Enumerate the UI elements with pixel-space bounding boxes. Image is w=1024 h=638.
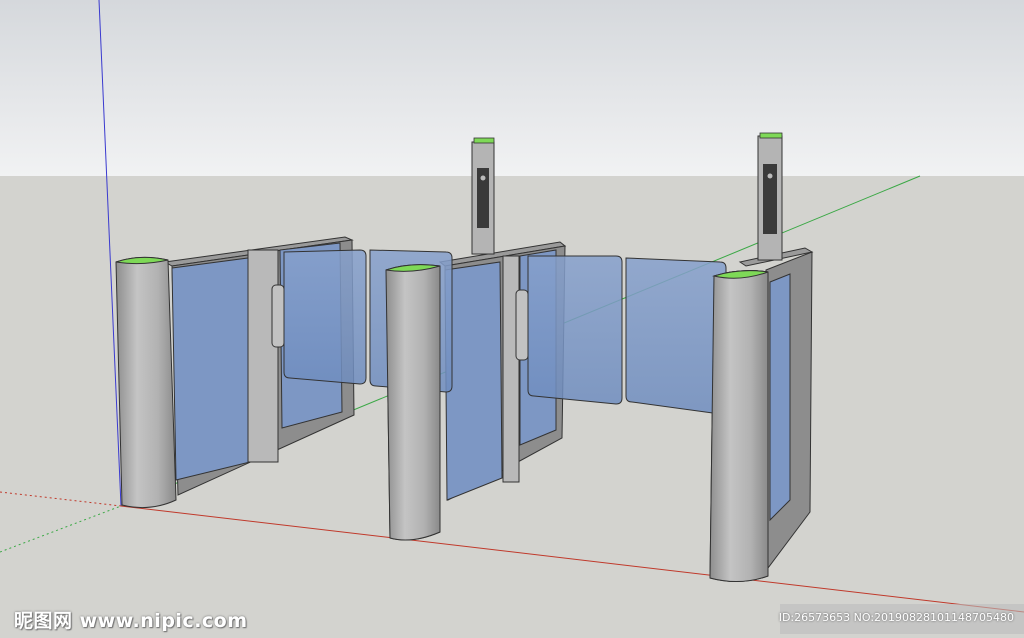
face-reader-middle bbox=[471, 137, 495, 255]
face-reader-right bbox=[757, 132, 783, 261]
glass-flaps-lane-2 bbox=[527, 255, 727, 415]
site-watermark: 昵图网 www.nipic.com bbox=[14, 610, 248, 632]
turnstile-3d-scene bbox=[0, 0, 1024, 638]
image-id-watermark: ID:26573653 NO:20190828101148705480 bbox=[778, 611, 1014, 624]
sky bbox=[0, 0, 1024, 176]
